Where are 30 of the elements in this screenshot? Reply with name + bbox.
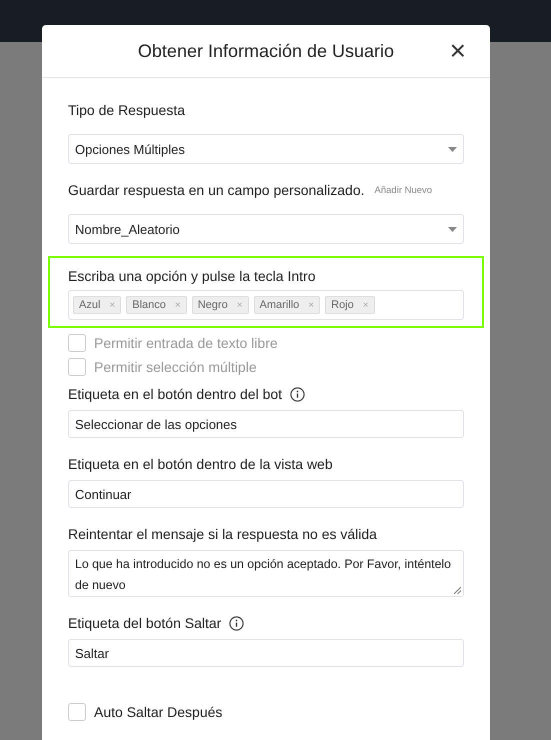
add-new-link[interactable]: Añadir Nuevo — [374, 184, 432, 196]
field-label: Etiqueta en el botón dentro del bot — [68, 386, 282, 402]
field-label: Tipo de Respuesta — [68, 102, 185, 118]
message-textarea[interactable]: Lo que ha introducido no es un opción aceptado. Por Favor, inténtelo de nuevo — [68, 550, 464, 597]
tag-label: Negro — [198, 299, 228, 311]
field-label: Etiqueta en el botón dentro de la vista web — [68, 456, 333, 472]
field-label: Guardar respuesta en un campo personalizado. — [68, 182, 365, 198]
input-field[interactable]: Seleccionar de las opciones — [68, 410, 464, 438]
checkbox-label: Auto Saltar Después — [94, 704, 222, 720]
checkbox-label: Permitir selección múltiple — [94, 359, 257, 375]
caret-icon — [448, 226, 457, 232]
select-field[interactable]: Opciones Múltiples — [68, 134, 464, 164]
input-field[interactable]: Saltar — [68, 639, 464, 667]
info-icon — [229, 616, 244, 630]
checkbox-label: Permitir entrada de texto libre — [94, 335, 278, 351]
field-label: Etiqueta del botón Saltar — [68, 615, 222, 631]
tag-label: Azul — [79, 299, 100, 311]
caret-icon — [448, 146, 457, 152]
tag-label: Amarillo — [260, 299, 300, 311]
resize-handle-icon[interactable] — [454, 587, 461, 594]
dialog-title: Obtener Información de Usuario — [138, 40, 394, 62]
input-field[interactable]: Continuar — [68, 480, 464, 508]
checkbox[interactable] — [68, 703, 86, 721]
tag-label: Blanco — [132, 299, 166, 311]
tag-label: Rojo — [331, 299, 354, 311]
close-button[interactable]: × — [446, 37, 470, 65]
select-field[interactable]: Nombre_Aleatorio — [68, 214, 464, 244]
info-icon — [290, 386, 306, 402]
field-label: Escriba una opción y pulse la tecla Intro — [68, 268, 316, 284]
field-label: Reintentar el mensaje si la respuesta no es válida — [68, 526, 377, 542]
